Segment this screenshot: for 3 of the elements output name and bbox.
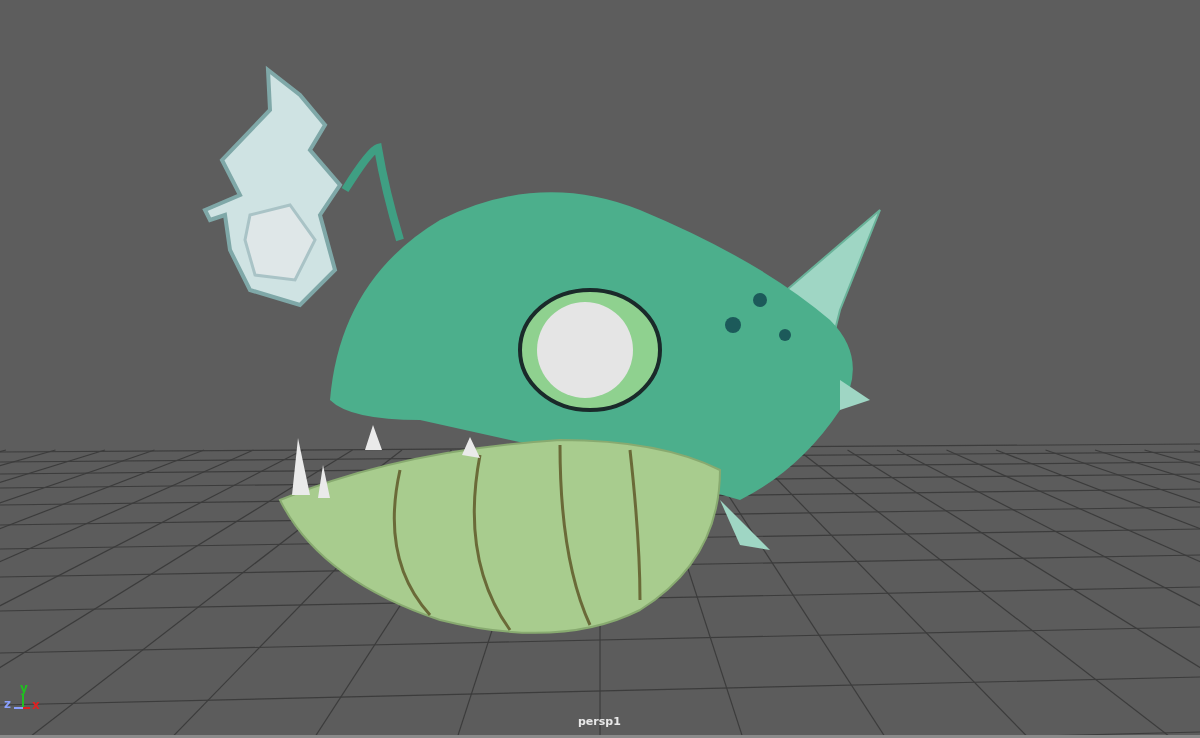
camera-name: persp1	[578, 716, 621, 727]
axis-label: x	[32, 699, 40, 711]
axis-label: z	[4, 698, 11, 710]
